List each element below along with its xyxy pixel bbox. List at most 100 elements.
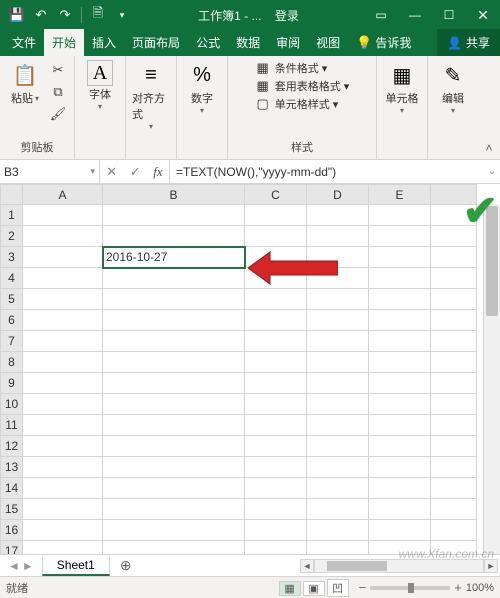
tab-home[interactable]: 开始 [44, 29, 84, 56]
group-font: A 字体 ▾ [75, 56, 126, 159]
zoom-slider[interactable] [370, 586, 450, 590]
status-ready: 就绪 [6, 580, 28, 596]
group-number: % 数字 ▾ [177, 56, 228, 159]
bulb-icon: 💡 [356, 35, 372, 51]
row-header[interactable]: 17 [1, 541, 23, 555]
view-page-break-icon[interactable]: 凹 [327, 579, 349, 597]
row-header[interactable]: 5 [1, 289, 23, 310]
tab-formulas[interactable]: 公式 [188, 29, 228, 56]
vertical-scrollbar[interactable] [483, 204, 500, 554]
tab-data[interactable]: 数据 [228, 29, 268, 56]
font-icon: A [87, 60, 113, 86]
ribbon: 📋 粘贴▾ ✂ ⧉ 🖌 剪贴板 A 字体 ▾ ≡ 对齐方式 ▾ % [0, 56, 500, 160]
tab-page-layout[interactable]: 页面布局 [124, 29, 188, 56]
group-label-styles: 样式 [291, 137, 313, 157]
col-header-a[interactable]: A [23, 185, 103, 205]
row-header[interactable]: 4 [1, 268, 23, 289]
number-button[interactable]: % 数字 ▾ [183, 60, 221, 115]
row-header[interactable]: 11 [1, 415, 23, 436]
accept-formula-icon[interactable]: ✓ [130, 164, 141, 180]
ribbon-options-icon[interactable]: ▭ [364, 0, 398, 30]
group-editing: ✎ 编辑 ▾ [428, 56, 478, 159]
row-header[interactable]: 8 [1, 352, 23, 373]
cell-b3[interactable]: 2016-10-27 [103, 247, 245, 268]
format-as-table-button[interactable]: ▦套用表格格式 ▾ [255, 78, 350, 94]
paste-button[interactable]: 📋 粘贴▾ [6, 60, 44, 106]
row-header[interactable]: 6 [1, 310, 23, 331]
minimize-icon[interactable]: ― [398, 0, 432, 30]
select-all-corner[interactable] [1, 185, 23, 205]
login-link[interactable]: 登录 [275, 9, 299, 23]
cell-style-icon: ▢ [255, 96, 271, 112]
align-icon: ≡ [136, 60, 166, 90]
tab-view[interactable]: 视图 [308, 29, 348, 56]
expand-formula-bar-icon[interactable]: ⌄ [488, 166, 496, 177]
font-button[interactable]: A 字体 ▾ [81, 60, 119, 111]
col-header-e[interactable]: E [369, 185, 431, 205]
undo-icon[interactable]: ↶ [30, 4, 52, 26]
row-header[interactable]: 14 [1, 478, 23, 499]
sheet-tab[interactable]: Sheet1 [42, 556, 110, 576]
col-header-b[interactable]: B [103, 185, 245, 205]
cells-button[interactable]: ▦ 单元格 ▾ [383, 60, 421, 115]
cell-styles-button[interactable]: ▢单元格样式 ▾ [255, 96, 350, 112]
row-header[interactable]: 2 [1, 226, 23, 247]
view-normal-icon[interactable]: ▦ [279, 581, 301, 596]
row-header[interactable]: 12 [1, 436, 23, 457]
collapse-ribbon-icon[interactable]: ˄ [478, 56, 500, 159]
row-header[interactable]: 15 [1, 499, 23, 520]
col-header-c[interactable]: C [245, 185, 307, 205]
cancel-formula-icon[interactable]: ✕ [106, 164, 117, 180]
qat-dropdown-icon[interactable]: ▾ [111, 4, 133, 26]
conditional-format-button[interactable]: ▦条件格式 ▾ [255, 60, 350, 76]
tab-review[interactable]: 审阅 [268, 29, 308, 56]
share-icon: 👤 [447, 36, 462, 50]
close-icon[interactable]: ✕ [466, 0, 500, 30]
zoom-level[interactable]: 100% [466, 582, 494, 594]
fx-icon[interactable]: fx [153, 164, 162, 180]
share-button[interactable]: 👤共享 [437, 29, 500, 56]
view-buttons: ▦ ▣ 凹 [280, 579, 349, 597]
col-header-d[interactable]: D [307, 185, 369, 205]
tab-insert[interactable]: 插入 [84, 29, 124, 56]
save-icon[interactable]: 💾 [6, 4, 28, 26]
group-label-clipboard: 剪贴板 [21, 137, 54, 157]
tab-tell-me[interactable]: 💡告诉我 [348, 29, 419, 56]
cut-icon[interactable]: ✂ [48, 60, 68, 80]
table-format-icon: ▦ [255, 78, 271, 94]
ribbon-tabs: 文件 开始 插入 页面布局 公式 数据 审阅 视图 💡告诉我 👤共享 [0, 30, 500, 56]
percent-icon: % [187, 60, 217, 90]
formula-bar: B3▾ ✕ ✓ fx =TEXT(NOW(),"yyyy-mm-dd") ⌄ [0, 160, 500, 184]
zoom-out-icon[interactable]: − [359, 580, 367, 595]
worksheet-grid[interactable]: A B C D E 1 2 3 2016-10-27 4 5 6 7 8 9 10… [0, 184, 500, 554]
name-box[interactable]: B3▾ [0, 160, 100, 183]
row-header[interactable]: 13 [1, 457, 23, 478]
maximize-icon[interactable]: ☐ [432, 0, 466, 30]
row-header[interactable]: 10 [1, 394, 23, 415]
copy-icon[interactable]: ⧉ [48, 82, 68, 102]
row-header[interactable]: 3 [1, 247, 23, 268]
redo-icon[interactable]: ↷ [54, 4, 76, 26]
sheet-nav-prev-icon[interactable]: ◄ [8, 559, 20, 573]
paste-icon: 📋 [10, 60, 40, 90]
add-sheet-icon[interactable]: ⊕ [110, 557, 142, 574]
window-controls: ▭ ― ☐ ✕ [364, 0, 500, 30]
format-painter-icon[interactable]: 🖌 [48, 104, 68, 124]
window-title: 工作簿1 - ... 登录 [133, 7, 364, 24]
formula-input[interactable]: =TEXT(NOW(),"yyyy-mm-dd") ⌄ [170, 160, 500, 183]
group-clipboard: 📋 粘贴▾ ✂ ⧉ 🖌 剪贴板 [0, 56, 75, 159]
row-header[interactable]: 9 [1, 373, 23, 394]
namebox-dropdown-icon[interactable]: ▾ [90, 166, 95, 177]
print-preview-icon[interactable]: 🗎 [87, 4, 109, 26]
sheet-nav-next-icon[interactable]: ► [22, 559, 34, 573]
row-header[interactable]: 16 [1, 520, 23, 541]
zoom-in-icon[interactable]: + [454, 580, 462, 595]
view-page-layout-icon[interactable]: ▣ [303, 581, 325, 596]
sheet-tab-bar: ◄ ► Sheet1 ⊕ ◄► [0, 554, 500, 576]
tab-file[interactable]: 文件 [4, 29, 44, 56]
alignment-button[interactable]: ≡ 对齐方式 ▾ [132, 60, 170, 131]
row-header[interactable]: 7 [1, 331, 23, 352]
editing-button[interactable]: ✎ 编辑 ▾ [434, 60, 472, 115]
row-header[interactable]: 1 [1, 205, 23, 226]
horizontal-scrollbar[interactable]: ◄► [142, 559, 500, 573]
